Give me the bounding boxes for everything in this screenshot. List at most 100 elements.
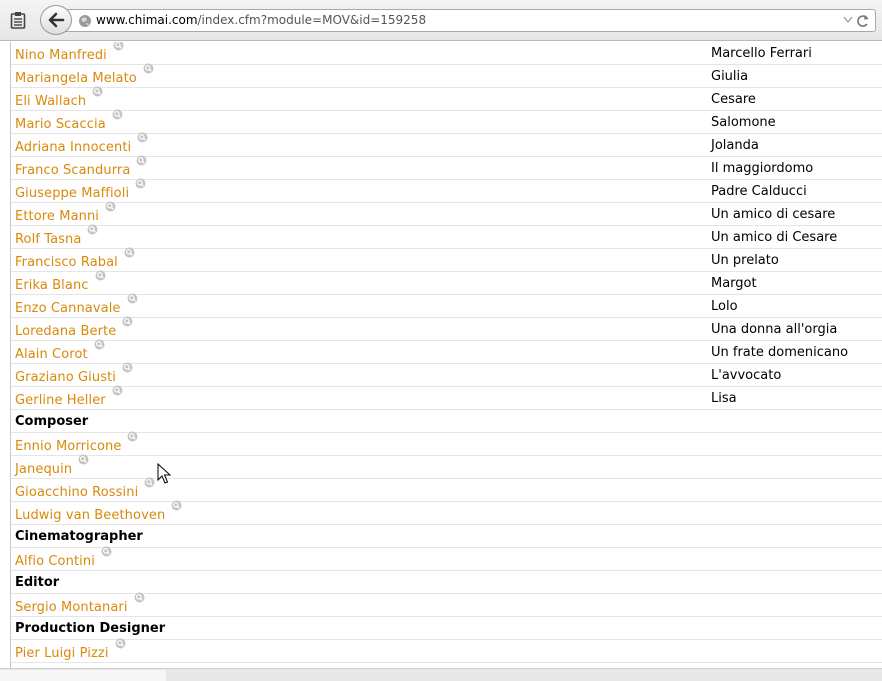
- person-link[interactable]: Franco Scandurra: [15, 163, 130, 178]
- section-heading: Production Designer: [15, 621, 166, 636]
- section-heading: Composer: [15, 414, 89, 429]
- magnifier-icon[interactable]: [144, 477, 155, 488]
- magnifier-icon[interactable]: [113, 42, 124, 51]
- table-row: Janequin: [11, 454, 882, 479]
- role-cell: Giulia: [711, 69, 749, 84]
- person-link[interactable]: Gerline Heller: [15, 393, 106, 408]
- table-row: Gerline Heller Lisa: [11, 385, 882, 410]
- magnifier-icon[interactable]: [127, 293, 138, 304]
- magnifier-icon[interactable]: [94, 339, 105, 350]
- person-link[interactable]: Mario Scaccia: [15, 117, 106, 132]
- table-row: Alain Corot Un frate domenicano: [11, 339, 882, 364]
- magnifier-icon[interactable]: [87, 224, 98, 235]
- magnifier-icon[interactable]: [112, 109, 123, 120]
- magnifier-icon[interactable]: [92, 86, 103, 97]
- magnifier-icon[interactable]: [112, 385, 123, 396]
- person-link[interactable]: Nino Manfredi: [15, 48, 107, 63]
- back-arrow-icon: [48, 12, 65, 28]
- person-cell: Ludwig van Beethoven: [15, 500, 182, 523]
- role-cell: Una donna all'orgia: [711, 322, 838, 337]
- table-row: Gioacchino Rossini: [11, 477, 882, 502]
- magnifier-icon[interactable]: [171, 500, 182, 511]
- person-link[interactable]: Sergio Montanari: [15, 600, 128, 615]
- role-cell: Lisa: [711, 391, 737, 406]
- person-cell: Francisco Rabal: [15, 247, 135, 270]
- magnifier-icon[interactable]: [135, 178, 146, 189]
- clipboard-icon[interactable]: [6, 9, 30, 31]
- person-link[interactable]: Erika Blanc: [15, 278, 89, 293]
- person-link[interactable]: Ettore Manni: [15, 209, 99, 224]
- table-row: Ettore Manni Un amico di cesare: [11, 201, 882, 226]
- person-link[interactable]: Francisco Rabal: [15, 255, 118, 270]
- person-link[interactable]: Janequin: [15, 462, 72, 477]
- magnifier-icon[interactable]: [134, 592, 145, 603]
- url-text[interactable]: www.chimai.com/index.cfm?module=MOV&id=1…: [96, 13, 426, 27]
- person-link[interactable]: Rolf Tasna: [15, 232, 81, 247]
- url-bar[interactable]: www.chimai.com/index.cfm?module=MOV&id=1…: [62, 9, 876, 32]
- role-cell: L'avvocato: [711, 368, 782, 383]
- person-link[interactable]: Graziano Giusti: [15, 370, 116, 385]
- horizontal-scrollbar[interactable]: [0, 668, 882, 681]
- person-cell: Loredana Berte: [15, 316, 133, 339]
- globe-icon: [79, 15, 91, 27]
- person-link[interactable]: Pier Luigi Pizzi: [15, 646, 109, 661]
- table-row: Erika Blanc Margot: [11, 270, 882, 295]
- table-row: Sergio Montanari: [11, 592, 882, 617]
- person-cell: Sergio Montanari: [15, 592, 145, 615]
- magnifier-icon[interactable]: [122, 362, 133, 373]
- table-row: Francisco Rabal Un prelato: [11, 247, 882, 272]
- person-cell: Gioacchino Rossini: [15, 477, 155, 500]
- table-row: Enzo Cannavale Lolo: [11, 293, 882, 318]
- table-row: Eli Wallach Cesare: [11, 86, 882, 111]
- table-row: Ennio Morricone: [11, 431, 882, 456]
- magnifier-icon[interactable]: [136, 155, 147, 166]
- role-cell: Margot: [711, 276, 757, 291]
- person-link[interactable]: Mariangela Melato: [15, 71, 137, 86]
- table-row: Giuseppe Maffioli Padre Calducci: [11, 178, 882, 203]
- section-header-row: Production Designer: [11, 617, 882, 640]
- table-row: Mario Scaccia Salomone: [11, 109, 882, 134]
- reload-icon[interactable]: [855, 13, 871, 29]
- magnifier-icon[interactable]: [115, 638, 126, 649]
- magnifier-icon[interactable]: [127, 431, 138, 442]
- person-cell: Giuseppe Maffioli: [15, 178, 146, 201]
- scrollbar-thumb[interactable]: [0, 670, 166, 681]
- person-link[interactable]: Alfio Contini: [15, 554, 95, 569]
- role-cell: Lolo: [711, 299, 738, 314]
- magnifier-icon[interactable]: [95, 270, 106, 281]
- magnifier-icon[interactable]: [122, 316, 133, 327]
- person-link[interactable]: Giuseppe Maffioli: [15, 186, 129, 201]
- person-link[interactable]: Enzo Cannavale: [15, 301, 121, 316]
- person-link[interactable]: Ludwig van Beethoven: [15, 508, 165, 523]
- section-heading: Editor: [15, 575, 60, 590]
- back-button[interactable]: [40, 5, 72, 35]
- table-row: Mariangela Melato Giulia: [11, 63, 882, 88]
- person-cell: Enzo Cannavale: [15, 293, 138, 316]
- table-row: Graziano Giusti L'avvocato: [11, 362, 882, 387]
- section-header-row: Editor: [11, 571, 882, 594]
- magnifier-icon[interactable]: [124, 247, 135, 258]
- magnifier-icon[interactable]: [143, 63, 154, 74]
- table-row: Alfio Contini: [11, 546, 882, 571]
- person-link[interactable]: Adriana Innocenti: [15, 140, 131, 155]
- person-link[interactable]: Gioacchino Rossini: [15, 485, 138, 500]
- table-row: Rolf Tasna Un amico di Cesare: [11, 224, 882, 249]
- person-cell: Eli Wallach: [15, 86, 103, 109]
- section-heading: Cinematographer: [15, 529, 143, 544]
- person-cell: Pier Luigi Pizzi: [15, 638, 126, 661]
- role-cell: Un frate domenicano: [711, 345, 849, 360]
- role-cell: Un amico di Cesare: [711, 230, 838, 245]
- magnifier-icon[interactable]: [105, 201, 116, 212]
- chevron-down-icon[interactable]: [843, 16, 853, 24]
- browser-toolbar: www.chimai.com/index.cfm?module=MOV&id=1…: [0, 0, 882, 41]
- magnifier-icon[interactable]: [137, 132, 148, 143]
- person-cell: Erika Blanc: [15, 270, 106, 293]
- person-cell: Janequin: [15, 454, 89, 477]
- person-link[interactable]: Alain Corot: [15, 347, 88, 362]
- magnifier-icon[interactable]: [78, 454, 89, 465]
- person-link[interactable]: Ennio Morricone: [15, 439, 121, 454]
- magnifier-icon[interactable]: [101, 546, 112, 557]
- person-link[interactable]: Eli Wallach: [15, 94, 86, 109]
- person-link[interactable]: Loredana Berte: [15, 324, 116, 339]
- table-row: Ludwig van Beethoven: [11, 500, 882, 525]
